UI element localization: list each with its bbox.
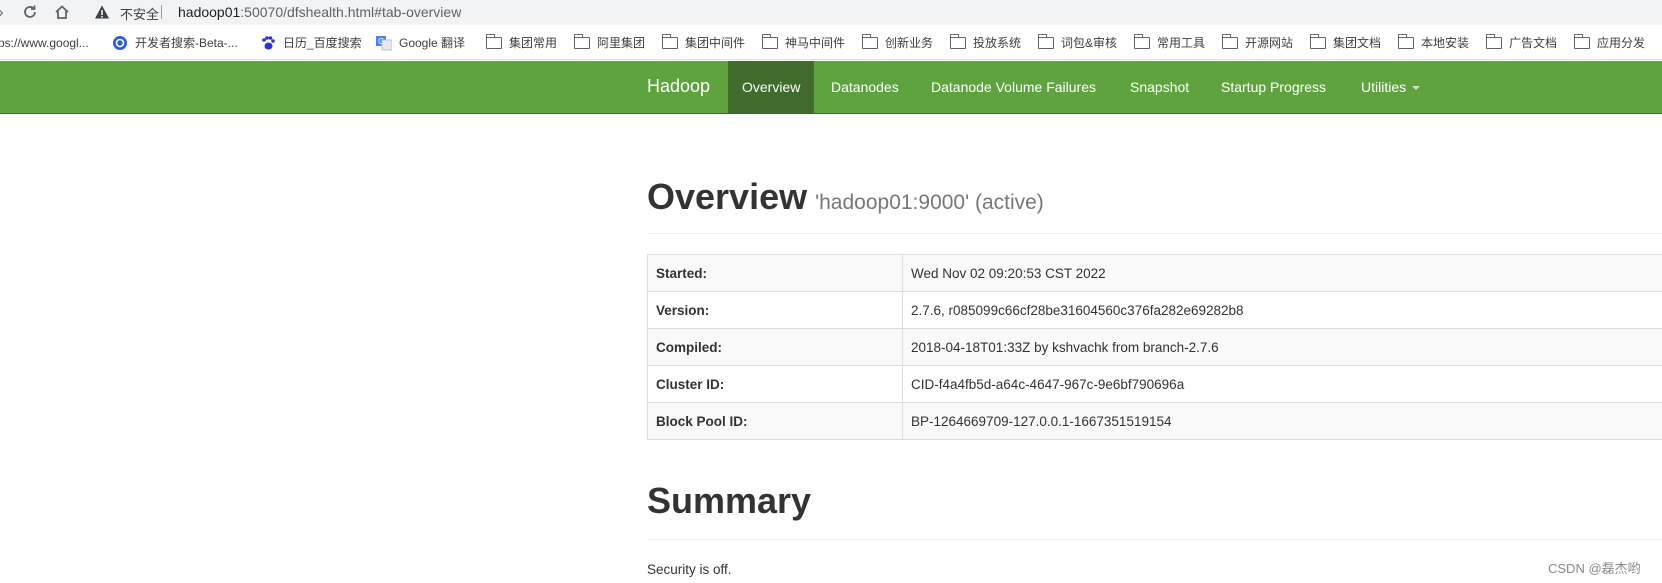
url-divider bbox=[161, 5, 162, 19]
row-value: Wed Nov 02 09:20:53 CST 2022 bbox=[902, 254, 1662, 292]
url-path: :50070/dfshealth.html#tab-overview bbox=[240, 4, 462, 20]
overview-subtitle: 'hadoop01:9000' (active) bbox=[815, 191, 1044, 214]
bookmarks-bar: ps://www.googl... 开发者搜索-Beta-... 日历_百度搜索… bbox=[0, 25, 1662, 60]
chevron-down-icon bbox=[1412, 86, 1421, 91]
hadoop-navbar: Hadoop Overview Datanodes Datanode Volum… bbox=[0, 61, 1662, 114]
bookmark-folder[interactable]: 广告文档 bbox=[1486, 34, 1557, 52]
folder-icon bbox=[1398, 34, 1414, 49]
bookmark-label: 开发者搜索-Beta-... bbox=[135, 36, 238, 50]
row-value: BP-1264669709-127.0.0.1-1667351519154 bbox=[902, 402, 1662, 440]
bookmark-label: 集团文档 bbox=[1333, 36, 1382, 50]
folder-icon bbox=[1574, 34, 1590, 49]
folder-icon bbox=[1038, 34, 1054, 49]
bookmark-folder[interactable]: 集团中间件 bbox=[662, 34, 745, 52]
summary-heading: Summary bbox=[647, 480, 812, 521]
folder-icon bbox=[486, 34, 502, 49]
warning-icon[interactable] bbox=[94, 4, 110, 20]
folder-icon bbox=[1486, 34, 1502, 49]
folder-icon bbox=[862, 34, 878, 49]
bookmark-label: 投放系统 bbox=[973, 36, 1022, 50]
bookmark-label: 创新业务 bbox=[885, 36, 934, 50]
row-value: 2018-04-18T01:33Z by kshvachk from branc… bbox=[902, 328, 1662, 366]
row-key: Compiled: bbox=[647, 328, 903, 366]
bookmark-folder[interactable]: 集团文档 bbox=[1310, 34, 1381, 52]
tab-datanodes[interactable]: Datanodes bbox=[817, 61, 913, 113]
reload-icon[interactable] bbox=[21, 4, 39, 22]
bookmark-label: 词包&审核 bbox=[1061, 36, 1118, 50]
row-key: Block Pool ID: bbox=[647, 402, 903, 440]
dev-search-icon bbox=[112, 35, 128, 51]
table-row: Started: Wed Nov 02 09:20:53 CST 2022 bbox=[647, 254, 1662, 292]
security-status: Security is off. bbox=[647, 562, 732, 577]
bookmark-label: Google 翻译 bbox=[399, 36, 466, 50]
tab-utilities-label: Utilities bbox=[1361, 79, 1407, 95]
page-title: Overview 'hadoop01:9000' (active) bbox=[647, 176, 1044, 218]
bookmark-folder[interactable]: 集团常用 bbox=[486, 34, 557, 52]
row-key: Started: bbox=[647, 254, 903, 292]
google-translate-icon: G bbox=[376, 35, 393, 51]
bookmark-folder[interactable]: 投放系统 bbox=[950, 34, 1021, 52]
bookmark-google[interactable]: ps://www.googl... bbox=[0, 34, 89, 52]
baidu-paw-icon bbox=[260, 35, 276, 51]
folder-icon bbox=[762, 34, 778, 49]
folder-icon bbox=[950, 34, 966, 49]
bookmark-label: 神马中间件 bbox=[785, 36, 846, 50]
bookmark-folder[interactable]: 词包&审核 bbox=[1038, 34, 1117, 52]
bookmark-folder[interactable]: 应用分发 bbox=[1574, 34, 1645, 52]
table-row: Block Pool ID: BP-1264669709-127.0.0.1-1… bbox=[647, 402, 1662, 440]
bookmark-label: 广告文档 bbox=[1509, 36, 1558, 50]
bookmark-folder[interactable]: 阿里集团 bbox=[574, 34, 645, 52]
bookmark-label: 集团常用 bbox=[509, 36, 558, 50]
bookmark-label: 开源网站 bbox=[1245, 36, 1294, 50]
bookmark-label: 集团中间件 bbox=[685, 36, 746, 50]
tab-datanode-volume-failures[interactable]: Datanode Volume Failures bbox=[917, 61, 1110, 113]
url-text[interactable]: hadoop01:50070/dfshealth.html#tab-overvi… bbox=[178, 4, 461, 20]
bookmark-label: 应用分发 bbox=[1597, 36, 1646, 50]
bookmark-google-translate[interactable]: G Google 翻译 bbox=[376, 34, 465, 52]
tab-startup-progress[interactable]: Startup Progress bbox=[1207, 61, 1340, 113]
bookmark-folder[interactable]: 本地安装 bbox=[1398, 34, 1469, 52]
bookmark-folder[interactable]: 开源网站 bbox=[1222, 34, 1293, 52]
folder-icon bbox=[574, 34, 590, 49]
folder-icon bbox=[1222, 34, 1238, 49]
divider bbox=[647, 233, 1662, 234]
tab-overview[interactable]: Overview bbox=[728, 61, 815, 113]
navbar-brand[interactable]: Hadoop bbox=[647, 76, 710, 97]
table-row: Compiled: 2018-04-18T01:33Z by kshvachk … bbox=[647, 328, 1662, 366]
bookmark-folder[interactable]: 创新业务 bbox=[862, 34, 933, 52]
insecure-label[interactable]: 不安全 bbox=[120, 4, 159, 23]
bookmark-folder[interactable]: 神马中间件 bbox=[762, 34, 845, 52]
row-key: Cluster ID: bbox=[647, 365, 903, 403]
bookmark-label: ps://www.googl... bbox=[0, 36, 89, 50]
bookmark-label: 本地安装 bbox=[1421, 36, 1470, 50]
bookmark-dev-search[interactable]: 开发者搜索-Beta-... bbox=[112, 34, 238, 52]
bookmark-baidu-calendar[interactable]: 日历_百度搜索 bbox=[260, 34, 362, 52]
folder-icon bbox=[1310, 34, 1326, 49]
table-row: Cluster ID: CID-f4a4fb5d-a64c-4647-967c-… bbox=[647, 365, 1662, 403]
row-value: CID-f4a4fb5d-a64c-4647-967c-9e6bf790696a bbox=[902, 365, 1662, 403]
overview-table: Started: Wed Nov 02 09:20:53 CST 2022 Ve… bbox=[647, 254, 1662, 440]
tab-snapshot[interactable]: Snapshot bbox=[1116, 61, 1203, 113]
divider bbox=[647, 539, 1662, 540]
table-row: Version: 2.7.6, r085099c66cf28be31604560… bbox=[647, 291, 1662, 329]
tab-utilities[interactable]: Utilities bbox=[1347, 61, 1434, 113]
url-host: hadoop01 bbox=[178, 4, 241, 20]
csdn-watermark: CSDN @磊杰哟 bbox=[1548, 561, 1641, 576]
folder-icon bbox=[662, 34, 678, 49]
folder-icon bbox=[1134, 34, 1150, 49]
browser-address-row: › 不安全 hadoop01:50070/dfshealth.html#tab-… bbox=[0, 0, 1662, 25]
row-key: Version: bbox=[647, 291, 903, 329]
forward-icon[interactable]: › bbox=[0, 4, 10, 22]
bookmark-folder[interactable]: 常用工具 bbox=[1134, 34, 1205, 52]
overview-title: Overview bbox=[647, 176, 808, 217]
svg-text:G: G bbox=[378, 37, 384, 46]
row-value: 2.7.6, r085099c66cf28be31604560c376fa282… bbox=[902, 291, 1662, 329]
bookmark-label: 常用工具 bbox=[1157, 36, 1206, 50]
home-icon[interactable] bbox=[53, 4, 71, 22]
bookmark-label: 日历_百度搜索 bbox=[283, 36, 362, 50]
bookmark-label: 阿里集团 bbox=[597, 36, 646, 50]
